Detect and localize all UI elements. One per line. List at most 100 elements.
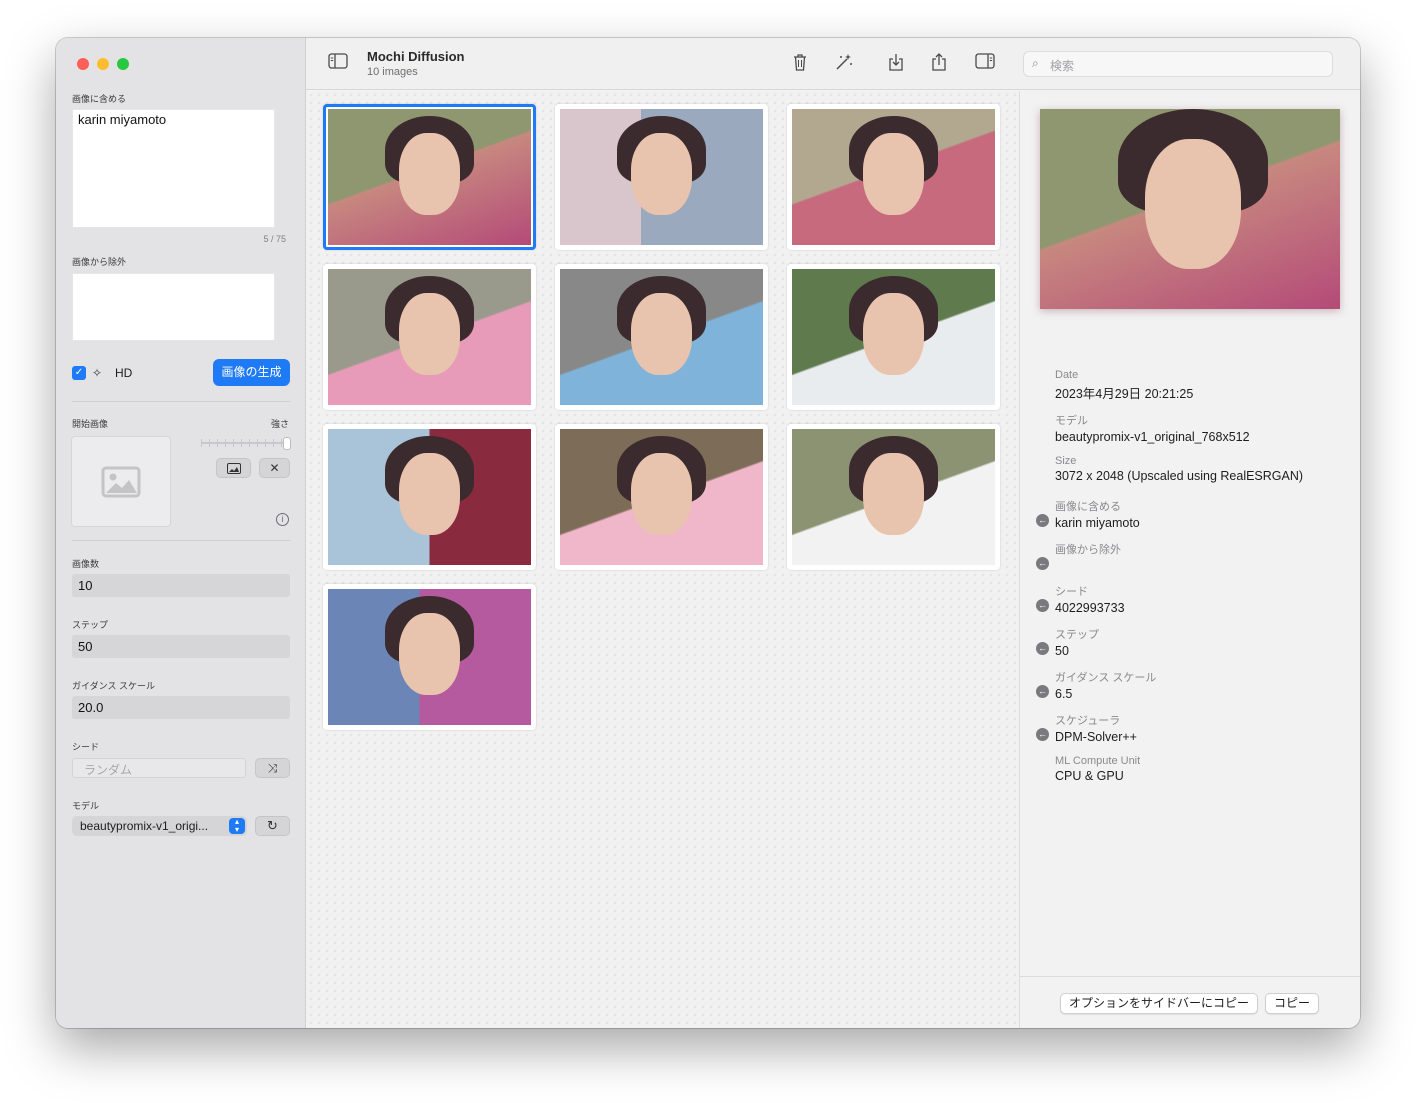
toggle-inspector-button[interactable]	[975, 53, 995, 74]
meta-value: DPM-Solver++	[1055, 730, 1137, 744]
meta-date: Date 2023年4月29日 20:21:25	[1055, 369, 1193, 402]
divider	[72, 540, 290, 541]
image-count-field[interactable]: 10	[72, 574, 290, 597]
sidebar: 画像に含める karin miyamoto 5 / 75 画像から除外 ✓ ✧ …	[56, 38, 306, 1028]
copy-to-sidebar-button[interactable]: オプションをサイドバーにコピー	[1060, 993, 1259, 1014]
copy-scheduler-button[interactable]: ←	[1036, 728, 1049, 741]
include-prompt-input[interactable]: karin miyamoto	[72, 109, 275, 228]
delete-button[interactable]	[792, 53, 808, 76]
meta-value: 4022993733	[1055, 601, 1125, 615]
image-placeholder-icon	[101, 466, 141, 497]
meta-key: シード	[1055, 586, 1088, 598]
model-label: モデル	[72, 801, 100, 811]
meta-guidance: ガイダンス スケール 6.5	[1055, 669, 1156, 701]
meta-key: 画像に含める	[1055, 501, 1121, 513]
seed-input[interactable]: ランダム	[72, 758, 246, 778]
meta-seed: シード 4022993733	[1055, 583, 1125, 615]
magic-wand-icon	[836, 54, 852, 70]
meta-value: 50	[1055, 644, 1069, 658]
gallery-image-9[interactable]	[787, 424, 1000, 570]
meta-value: 6.5	[1055, 687, 1073, 701]
generate-button[interactable]: 画像の生成	[213, 359, 290, 386]
image-gallery	[307, 91, 1019, 1028]
search-field[interactable]: ⌕ 検索	[1023, 51, 1333, 77]
select-image-button[interactable]	[216, 458, 251, 478]
search-icon: ⌕	[1032, 56, 1039, 70]
exclude-label: 画像から除外	[72, 257, 127, 267]
hd-checkbox[interactable]: ✓	[72, 366, 86, 380]
minimize-button[interactable]	[97, 58, 109, 70]
inspector-footer: オプションをサイドバーにコピー コピー	[1020, 976, 1360, 1028]
strength-label: 強さ	[270, 419, 289, 429]
gallery-image-1[interactable]	[323, 104, 536, 250]
gallery-image-10[interactable]	[323, 584, 536, 730]
meta-size: Size 3072 x 2048 (Upscaled using RealESR…	[1055, 455, 1303, 483]
meta-key: モデル	[1055, 415, 1088, 427]
meta-steps: ステップ 50	[1055, 626, 1099, 658]
gallery-image-4[interactable]	[323, 264, 536, 410]
copy-steps-button[interactable]: ←	[1036, 642, 1049, 655]
clear-image-button[interactable]: ✕	[259, 458, 290, 478]
share-button[interactable]	[931, 53, 947, 76]
app-window: 画像に含める karin miyamoto 5 / 75 画像から除外 ✓ ✧ …	[56, 38, 1360, 1028]
gallery-image-2[interactable]	[555, 104, 768, 250]
meta-model: モデル beautypromix-v1_original_768x512	[1055, 412, 1250, 444]
meta-key: スケジューラ	[1055, 715, 1121, 727]
seed-label: シード	[72, 742, 100, 752]
start-image-label: 開始画像	[72, 419, 109, 429]
copy-exclude-button[interactable]: ←	[1036, 557, 1049, 570]
meta-value: 3072 x 2048 (Upscaled using RealESRGAN)	[1055, 469, 1304, 483]
gallery-image-3[interactable]	[787, 104, 1000, 250]
meta-include: 画像に含める karin miyamoto	[1055, 498, 1140, 530]
toolbar: Mochi Diffusion 10 images ⌕ 検索	[306, 38, 1360, 90]
zoom-button[interactable]	[117, 58, 129, 70]
include-label: 画像に含める	[72, 94, 127, 104]
copy-include-button[interactable]: ←	[1036, 514, 1049, 527]
guidance-field[interactable]: 20.0	[72, 696, 290, 719]
image-count-subtitle: 10 images	[367, 66, 418, 78]
toggle-sidebar-button[interactable]	[328, 53, 348, 74]
magic-wand-icon: ✧	[92, 366, 103, 380]
meta-value: CPU & GPU	[1055, 769, 1124, 783]
close-icon: ✕	[269, 461, 280, 475]
copy-button[interactable]: コピー	[1265, 993, 1320, 1014]
reload-models-button[interactable]: ↻	[255, 816, 290, 836]
search-placeholder: 検索	[1050, 59, 1075, 73]
close-button[interactable]	[77, 58, 89, 70]
divider	[72, 401, 290, 402]
photo-icon	[226, 462, 241, 474]
exclude-prompt-input[interactable]	[72, 273, 275, 341]
meta-key: ML Compute Unit	[1055, 755, 1141, 767]
copy-guidance-button[interactable]: ←	[1036, 685, 1049, 698]
gallery-image-5[interactable]	[555, 264, 768, 410]
meta-exclude: 画像から除外	[1055, 541, 1121, 559]
meta-key: Size	[1055, 455, 1077, 467]
meta-key: 画像から除外	[1055, 544, 1121, 556]
model-select[interactable]: beautypromix-v1_origi... ▴ ▾	[72, 816, 247, 836]
steps-label: ステップ	[72, 620, 109, 630]
hd-label: HD	[115, 366, 133, 380]
gallery-image-8[interactable]	[555, 424, 768, 570]
meta-value: karin miyamoto	[1055, 516, 1140, 530]
image-count-label: 画像数	[72, 559, 100, 569]
sidebar-right-icon	[975, 53, 995, 69]
info-icon[interactable]: i	[276, 513, 289, 526]
steps-field[interactable]: 50	[72, 635, 290, 658]
meta-compute-unit: ML Compute Unit CPU & GPU	[1055, 755, 1140, 783]
inspector-panel: Date 2023年4月29日 20:21:25 モデル beautypromi…	[1019, 91, 1360, 1028]
chevron-updown-icon: ▴ ▾	[229, 818, 245, 834]
gallery-image-6[interactable]	[787, 264, 1000, 410]
meta-key: Date	[1055, 369, 1079, 381]
save-button[interactable]	[888, 53, 904, 76]
guidance-label: ガイダンス スケール	[72, 681, 155, 691]
upscale-button[interactable]	[834, 53, 854, 76]
share-icon	[932, 53, 946, 71]
copy-seed-button[interactable]: ←	[1036, 599, 1049, 612]
strength-slider[interactable]	[201, 437, 291, 450]
model-select-value: beautypromix-v1_origi...	[80, 819, 209, 833]
gallery-image-7[interactable]	[323, 424, 536, 570]
start-image-well[interactable]	[71, 436, 171, 527]
slider-knob[interactable]	[283, 437, 291, 450]
random-seed-button[interactable]: ⤨	[255, 758, 290, 778]
shuffle-icon: ⤨	[267, 760, 278, 775]
